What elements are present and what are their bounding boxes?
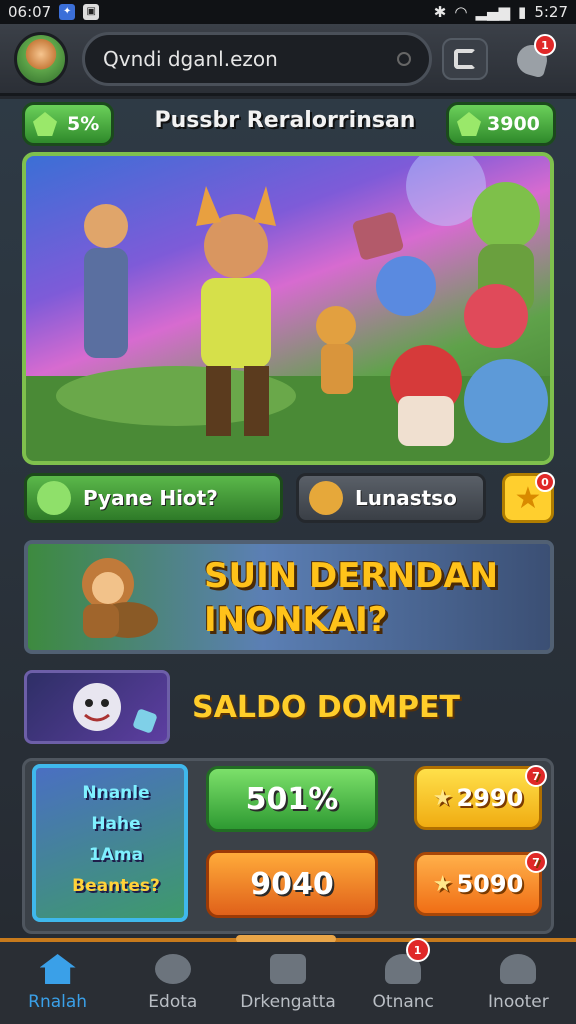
notification-button[interactable]: 1 [508,34,556,82]
coin-bottom-value: 5090 [456,870,524,898]
battery-icon: ▮ [518,3,527,21]
gem-icon [457,112,481,136]
wifi-icon: ◠ [454,3,468,21]
secondary-action-button[interactable]: Lunastso [296,473,486,523]
coin-bottom-badge: 7 [525,851,547,873]
nav-label: Edota [148,992,198,1012]
nav-item-mail[interactable]: Drkengatta [230,942,345,1024]
level-value: 5% [67,113,100,135]
gem-icon [33,112,57,136]
wallet-card-line: 1Ama [88,845,144,865]
nav-badge: 1 [405,938,430,962]
nav-label: Inooter [488,992,549,1012]
tag-button[interactable] [442,38,488,80]
wallet-amount-button[interactable]: 9040 [206,850,378,918]
hero-banner[interactable] [22,152,554,465]
nav-item-chat[interactable]: Edota [115,942,230,1024]
home-icon [39,954,76,984]
bottom-nav: Rnalah Edota Drkengatta Otnanc 1 Inooter [0,938,576,1024]
star-badge: 0 [535,472,555,492]
promo-line-1: SUIN DERNDAN [204,556,499,596]
primary-action-label: Pyane Hiot? [83,486,218,510]
coin-icon [309,481,343,515]
promo-banner[interactable]: SUIN DERNDAN INONKAI? [24,540,554,654]
nav-label: Otnanc [372,992,434,1012]
search-clear-icon[interactable] [397,52,411,66]
search-input[interactable]: Qvndi dganl.ezon [82,32,432,86]
promo-character [82,558,158,638]
nav-item-home[interactable]: Rnalah [0,942,115,1024]
coin-balance-bottom[interactable]: ★ 5090 7 [414,851,547,916]
app-notification-icon: ✦ [59,4,76,20]
promo-line-2: INONKAI? [204,600,388,640]
wallet-thumbnail [24,670,170,744]
bluetooth-icon: ✱ [433,3,447,21]
nav-label: Rnalah [28,992,88,1012]
top-bar: Qvndi dganl.ezon 1 [0,24,576,96]
wallet-card-line: Hahe [91,814,141,834]
nav-item-profile[interactable]: Inooter [461,942,576,1024]
star-button[interactable]: ★ 0 [502,472,555,523]
signal-icon: ▂▄▆ [475,3,511,21]
search-text: Qvndi dganl.ezon [103,47,278,71]
leaf-icon [37,481,71,515]
gem-balance-value: 3900 [487,113,540,135]
wallet-character [73,683,157,733]
level-pill[interactable]: 5% [22,102,114,146]
coin-balance-top[interactable]: ★ 2990 7 [414,765,547,830]
coin-top-value: 2990 [456,784,524,812]
coin-top-badge: 7 [525,765,547,787]
wallet-card-text: Nnanle Hahe 1Ama Beantes? [46,778,184,902]
profile-icon [500,954,537,984]
wallet-percent-button[interactable]: 501% [206,766,378,832]
gem-balance-pill[interactable]: 3900 [446,102,556,146]
mail-icon [270,954,306,984]
wallet-feature-card[interactable]: Nnanle Hahe 1Ama Beantes? [32,764,188,922]
app-notification-icon-2: ▣ [83,4,100,20]
status-time-left: 06:07 [8,3,52,21]
wallet-title: SALDO DOMPET [192,690,460,725]
primary-action-button[interactable]: Pyane Hiot? [24,473,283,523]
nav-item-person[interactable]: Otnanc 1 [346,938,461,1024]
avatar[interactable] [14,32,68,86]
star-icon: ★ [432,871,453,897]
status-time-right: 5:27 [534,3,568,21]
nav-label: Drkengatta [240,992,336,1012]
wallet-card-line: Nnanle [82,783,150,803]
status-bar: 06:07 ✦ ▣ ✱ ◠ ▂▄▆ ▮ 5:27 [0,0,576,24]
notification-badge: 1 [534,34,556,56]
promo-headline: SUIN DERNDAN INONKAI? [204,554,544,642]
star-icon: ★ [432,785,453,811]
tag-icon [454,49,476,69]
wallet-card-line: Beantes? [72,876,160,896]
chat-icon [154,954,191,984]
secondary-action-label: Lunastso [355,486,457,510]
hero-illustration [26,156,550,461]
page-title: Pussbr Reralorrinsan [154,108,416,133]
